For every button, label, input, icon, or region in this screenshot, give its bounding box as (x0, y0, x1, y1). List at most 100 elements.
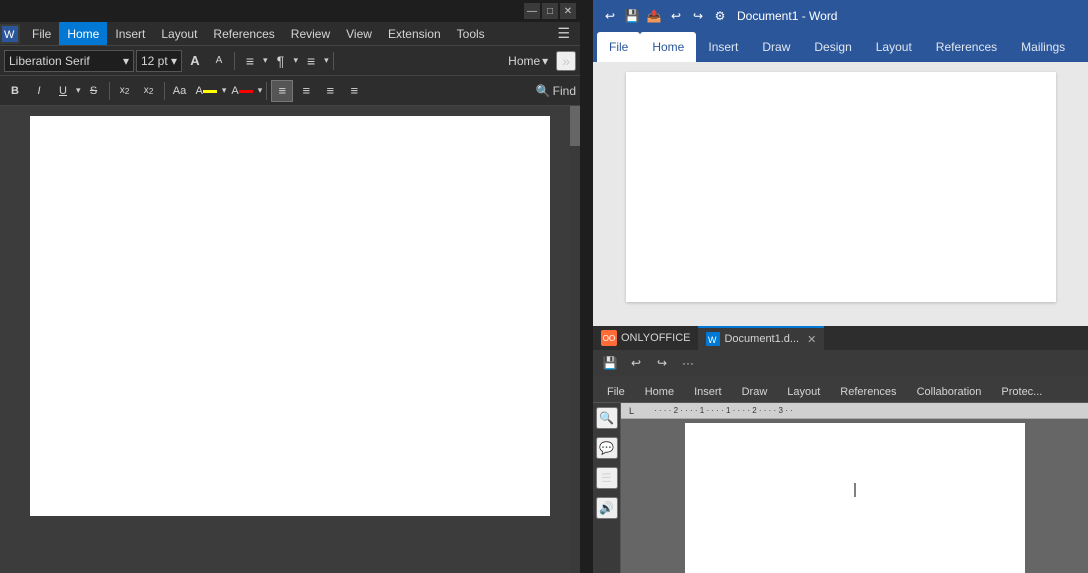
oo-tab-references[interactable]: References (830, 382, 906, 402)
text-cursor (854, 483, 855, 497)
font-size-dropdown[interactable]: 12 pt ▾ (136, 50, 182, 72)
underline-button[interactable]: U (52, 80, 74, 102)
word-tab-mailings[interactable]: Mailings (1009, 32, 1077, 62)
oo-audio-button[interactable]: 🔊 (596, 497, 618, 519)
strikethrough-button[interactable]: S (83, 80, 105, 102)
menu-file[interactable]: File (24, 22, 59, 45)
menu-home[interactable]: Home (59, 22, 107, 45)
word-undo-icon[interactable]: ↩ (667, 7, 685, 25)
close-button[interactable]: ✕ (560, 3, 576, 19)
oo-save-button[interactable]: 💾 (599, 352, 621, 374)
document-close-button[interactable]: ✕ (807, 333, 816, 346)
taskbar-onlyoffice[interactable]: OO ONLYOFFICE (593, 326, 698, 350)
font-name-dropdown[interactable]: Liberation Serif ▾ (4, 50, 134, 72)
font-color-indicator (239, 90, 253, 93)
ruler-marker: L (629, 406, 634, 416)
highlight-button[interactable]: A (193, 80, 220, 102)
word-tab-home[interactable]: Home (640, 32, 696, 62)
home-label: Home (508, 54, 540, 68)
title-bar: — □ ✕ (0, 0, 580, 22)
font-name-arrow: ▾ (123, 54, 129, 68)
title-controls: — □ ✕ (524, 3, 576, 19)
oo-tab-home[interactable]: Home (635, 382, 684, 402)
oo-tab-layout[interactable]: Layout (777, 382, 830, 402)
menu-view[interactable]: View (338, 22, 380, 45)
word-tab-draw[interactable]: Draw (750, 32, 802, 62)
onlyoffice-logo: OO (601, 330, 617, 346)
oo-tab-file[interactable]: File (597, 382, 635, 402)
oo-undo-button[interactable]: ↩ (625, 352, 647, 374)
word-save-icon[interactable]: 💾 (623, 7, 641, 25)
word-title-icons: ↩ 💾 📤 ↩ ↪ ⚙ (601, 7, 729, 25)
word-tab-file[interactable]: File (597, 32, 640, 62)
superscript-button[interactable]: x2 (138, 80, 160, 102)
align-center-button[interactable]: ≡ (295, 80, 317, 102)
oo-quick-access-bar: 💾 ↩ ↪ ··· (593, 350, 1088, 376)
expand-button[interactable]: » (556, 51, 576, 71)
word-tab-insert[interactable]: Insert (696, 32, 750, 62)
menu-layout[interactable]: Layout (153, 22, 205, 45)
document-icon: W (706, 332, 720, 346)
document-area[interactable] (0, 106, 580, 573)
menu-tools[interactable]: Tools (449, 22, 493, 45)
oo-ruler: L · · · · 2 · · · · 1 · · · · 1 · · · · … (621, 403, 1088, 419)
taskbar-document[interactable]: W Document1.d... ✕ (698, 326, 824, 350)
line-spacing-button[interactable]: ≡ (239, 50, 261, 72)
oo-search-sidebar-button[interactable]: 🔍 (596, 407, 618, 429)
align-left-button[interactable]: ≡ (271, 80, 293, 102)
word-tab-layout[interactable]: Layout (864, 32, 924, 62)
align-justify-button[interactable]: ≡ (343, 80, 365, 102)
oo-tab-draw[interactable]: Draw (732, 382, 778, 402)
find-label: Find (553, 84, 576, 98)
italic-button[interactable]: I (28, 80, 50, 102)
list-button[interactable]: ≡ (300, 50, 322, 72)
oo-tab-collaboration[interactable]: Collaboration (907, 382, 992, 402)
align-right-button[interactable]: ≡ (319, 80, 341, 102)
oo-tab-insert[interactable]: Insert (684, 382, 732, 402)
word-tab-design[interactable]: Design (802, 32, 863, 62)
menu-insert[interactable]: Insert (107, 22, 153, 45)
oo-more-button[interactable]: ··· (677, 352, 699, 374)
font-grow-button[interactable]: A (184, 50, 206, 72)
font-color-button[interactable]: A (228, 80, 255, 102)
highlight-arrow: ▾ (222, 85, 227, 96)
document-page[interactable] (30, 116, 550, 516)
underline-arrow: ▾ (76, 85, 81, 96)
subscript-button[interactable]: x2 (114, 80, 136, 102)
oo-document-area[interactable]: L · · · · 2 · · · · 1 · · · · 1 · · · · … (621, 403, 1088, 573)
minimize-button[interactable]: — (524, 3, 540, 19)
maximize-button[interactable]: □ (542, 3, 558, 19)
oo-redo-button[interactable]: ↪ (651, 352, 673, 374)
oo-comments-button[interactable]: 💬 (596, 437, 618, 459)
word-share-icon[interactable]: 📤 (645, 7, 663, 25)
separator2 (333, 52, 334, 70)
bold-button[interactable]: B (4, 80, 26, 102)
word-title-bar: ↩ 💾 📤 ↩ ↪ ⚙ Document1 - Word (593, 0, 1088, 32)
word-page[interactable] (626, 72, 1056, 302)
oo-document-page[interactable] (685, 423, 1025, 573)
home-button[interactable]: Home ▾ (502, 52, 554, 70)
font-name-value: Liberation Serif (9, 54, 90, 68)
hamburger-button[interactable]: ☰ (551, 25, 576, 42)
oo-sidebar: 🔍 💬 ☰ 🔊 (593, 403, 621, 573)
font-color-arrow: ▾ (258, 85, 263, 96)
menu-review[interactable]: Review (283, 22, 338, 45)
word-tab-references[interactable]: References (924, 32, 1009, 62)
word-settings-icon[interactable]: ⚙ (711, 7, 729, 25)
scrollbar-thumb[interactable] (570, 106, 580, 146)
menu-extension[interactable]: Extension (380, 22, 449, 45)
oo-tab-protection[interactable]: Protec... (991, 382, 1052, 402)
oo-navigation-button[interactable]: ☰ (596, 467, 618, 489)
text-case-button[interactable]: Aa (169, 80, 191, 102)
separator4 (164, 82, 165, 100)
font-shrink-button[interactable]: A (208, 50, 230, 72)
word-redo-icon[interactable]: ↪ (689, 7, 707, 25)
word-back-icon[interactable]: ↩ (601, 7, 619, 25)
paragraph-spacing-button[interactable]: ¶ (270, 50, 292, 72)
separator (234, 52, 235, 70)
vertical-scrollbar[interactable] (570, 106, 580, 573)
onlyoffice-label: ONLYOFFICE (621, 332, 690, 344)
highlight-icon: A (196, 85, 203, 97)
menu-references[interactable]: References (205, 22, 282, 45)
separator5 (266, 82, 267, 100)
